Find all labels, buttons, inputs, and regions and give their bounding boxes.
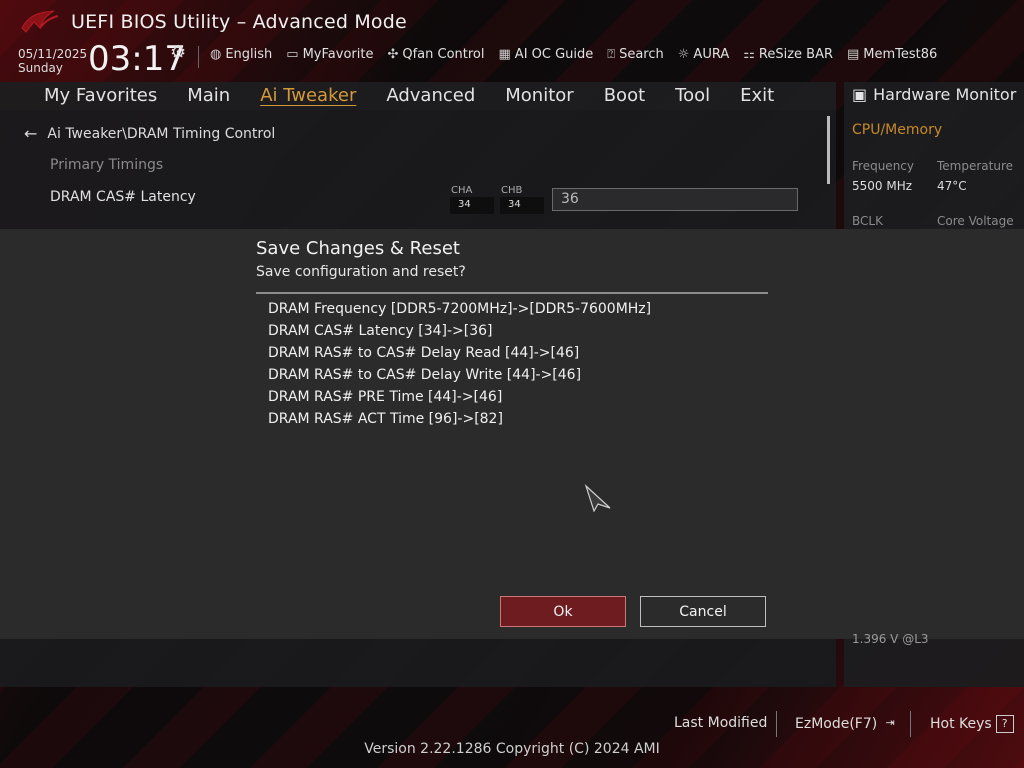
hot-keys-label: Hot Keys (930, 716, 992, 732)
ezmode-button[interactable]: EzMode(F7) ⇥ (795, 715, 899, 733)
breadcrumb: ← Ai Tweaker\DRAM Timing Control (24, 124, 275, 143)
day-text: Sunday (18, 61, 63, 75)
tool-aura-label: AURA (693, 47, 730, 62)
tool-search[interactable]: ⍰ Search (607, 47, 663, 62)
memory-icon: ▤ (847, 47, 860, 62)
fan-icon: ✣ (387, 47, 399, 62)
hot-keys-button[interactable]: Hot Keys? (930, 715, 1014, 733)
ezmode-label: EzMode(F7) (795, 716, 878, 732)
tool-qfan-label: Qfan Control (402, 47, 485, 62)
top-bar: UEFI BIOS Utility – Advanced Mode 05/11/… (0, 0, 1024, 82)
tab-tool[interactable]: Tool (675, 85, 710, 106)
hw-temperature-value: 47°C (937, 179, 967, 193)
cha-value: 34 (450, 197, 494, 214)
date-text: 05/11/2025 (18, 47, 88, 61)
hw-partial-value: 1.396 V @L3 (852, 632, 929, 646)
setting-label[interactable]: DRAM CAS# Latency (50, 189, 196, 205)
hw-temperature-label: Temperature (937, 159, 1014, 173)
footer-divider (776, 711, 777, 737)
tool-resize-bar[interactable]: ⚏ ReSize BAR (743, 47, 833, 62)
hw-frequency-label: Frequency (852, 159, 914, 173)
hw-frequency-value: 5500 MHz (852, 179, 913, 193)
version-text: Version 2.22.1286 Copyright (C) 2024 AMI (364, 741, 660, 757)
resize-bar-icon: ⚏ (743, 47, 755, 62)
ok-button[interactable]: Ok (500, 596, 626, 627)
mouse-cursor-icon (584, 484, 611, 512)
last-modified-button[interactable]: Last Modified (674, 715, 767, 731)
aura-icon: ☼ (677, 47, 690, 62)
main-tabs: My Favorites Main Ai Tweaker Advanced Mo… (44, 85, 804, 106)
toolbar: ◍ English ▭ MyFavorite ✣ Qfan Control ▦ … (210, 47, 937, 62)
cancel-button[interactable]: Cancel (640, 596, 766, 627)
exit-arrow-icon: ⇥ (885, 716, 895, 729)
tab-ai-tweaker[interactable]: Ai Tweaker (260, 85, 356, 106)
tool-english-label: English (225, 47, 273, 62)
tool-aura[interactable]: ☼ AURA (678, 47, 729, 62)
favorite-icon: ▭ (286, 47, 299, 62)
section-heading: Primary Timings (50, 157, 164, 173)
app-title: UEFI BIOS Utility – Advanced Mode (71, 11, 407, 33)
monitor-icon: ▣ (852, 85, 868, 104)
tool-ai-oc-guide-label: AI OC Guide (514, 47, 594, 62)
back-arrow-icon[interactable]: ← (24, 124, 37, 143)
hardware-monitor-title-text: Hardware Monitor (873, 85, 1017, 104)
tab-exit[interactable]: Exit (740, 85, 774, 106)
tab-my-favorites[interactable]: My Favorites (44, 85, 157, 106)
tool-memtest-label: MemTest86 (863, 47, 938, 62)
tab-monitor[interactable]: Monitor (505, 85, 573, 106)
hardware-monitor-title: ▣ Hardware Monitor (852, 85, 1016, 104)
search-icon: ⍰ (607, 47, 616, 62)
setting-value-input[interactable]: 36 (552, 188, 798, 211)
change-item: DRAM Frequency [DDR5-7200MHz]->[DDR5-760… (268, 301, 652, 317)
globe-icon: ◍ (210, 47, 222, 62)
tool-myfavorite[interactable]: ▭ MyFavorite (286, 47, 373, 62)
dialog-overlay (0, 229, 1024, 639)
change-item: DRAM CAS# Latency [34]->[36] (268, 323, 493, 339)
tab-advanced[interactable]: Advanced (386, 85, 475, 106)
dialog-subtitle: Save configuration and reset? (256, 264, 466, 280)
change-item: DRAM RAS# PRE Time [44]->[46] (268, 389, 503, 405)
changes-list: DRAM Frequency [DDR5-7200MHz]->[DDR5-760… (268, 298, 651, 430)
tool-search-label: Search (619, 47, 664, 62)
tool-english[interactable]: ◍ English (210, 47, 272, 62)
chb-label: CHB (501, 185, 523, 196)
rog-logo-icon (21, 10, 59, 33)
tool-ai-oc-guide[interactable]: ▦ AI OC Guide (499, 47, 594, 62)
dialog-divider (256, 292, 768, 294)
change-item: DRAM RAS# to CAS# Delay Read [44]->[46] (268, 345, 580, 361)
dialog-title: Save Changes & Reset (256, 238, 460, 259)
footer-divider (910, 711, 911, 737)
help-icon: ? (995, 715, 1014, 733)
tool-memtest[interactable]: ▤ MemTest86 (847, 47, 937, 62)
cha-label: CHA (451, 185, 473, 196)
divider (198, 46, 199, 68)
scrollbar[interactable] (827, 116, 830, 184)
change-item: DRAM RAS# ACT Time [96]->[82] (268, 411, 503, 427)
tool-qfan[interactable]: ✣ Qfan Control (387, 47, 484, 62)
hw-bclk-label: BCLK (852, 214, 883, 228)
chip-icon: ▦ (498, 47, 511, 62)
tool-myfavorite-label: MyFavorite (302, 47, 374, 62)
gear-icon[interactable]: ⚙ (170, 42, 186, 63)
change-item: DRAM RAS# to CAS# Delay Write [44]->[46] (268, 367, 582, 383)
hw-section-cpu-memory: CPU/Memory (852, 122, 943, 138)
tab-boot[interactable]: Boot (604, 85, 645, 106)
breadcrumb-text: Ai Tweaker\DRAM Timing Control (47, 125, 276, 142)
tab-main[interactable]: Main (187, 85, 230, 106)
tool-resize-bar-label: ReSize BAR (758, 47, 833, 62)
hw-core-voltage-label: Core Voltage (937, 214, 1014, 228)
chb-value: 34 (500, 197, 544, 214)
